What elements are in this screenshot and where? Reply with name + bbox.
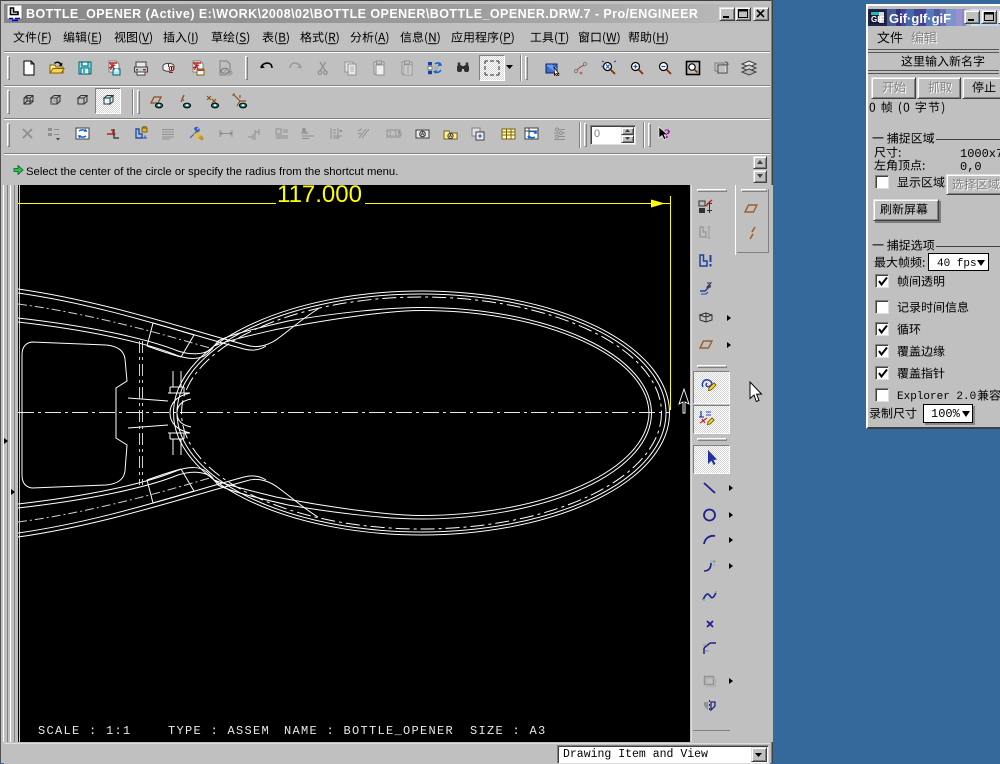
svg-text:GIF: GIF [871,15,884,24]
svg-text:117.000: 117.000 [277,185,362,208]
svg-text:TYPE : ASSEM: TYPE : ASSEM [168,724,270,738]
svg-text:NAME : BOTTLE_OPENER: NAME : BOTTLE_OPENER [284,724,454,738]
svg-text:SIZE : A3: SIZE : A3 [470,724,547,738]
svg-text:?: ? [664,126,671,141]
svg-text:SCALE : 1:1: SCALE : 1:1 [38,724,132,738]
svg-text:A: A [301,127,307,136]
svg-text:1.1M: 1.1M [388,131,402,138]
